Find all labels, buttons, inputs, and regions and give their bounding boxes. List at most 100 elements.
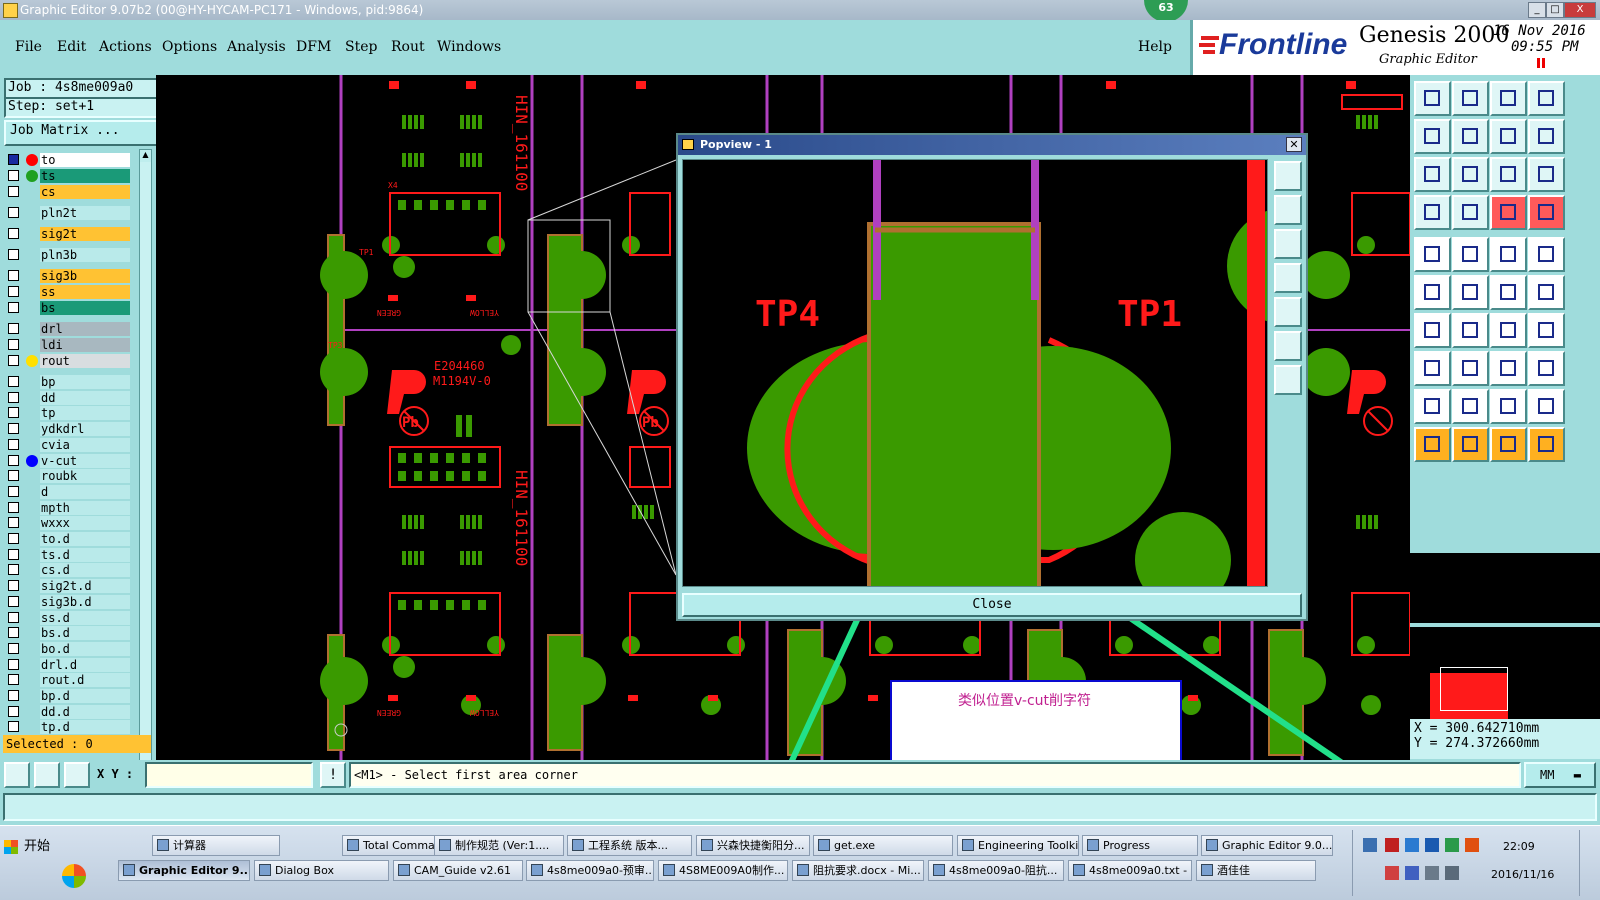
tray-security-icon[interactable] [1445,838,1459,852]
layer-name[interactable]: dd [40,390,130,405]
step-icon[interactable] [1490,119,1527,154]
route-icon[interactable] [1452,195,1489,230]
layer-checkbox[interactable] [8,627,19,639]
layer-checkbox[interactable] [8,186,19,197]
scroll-up-icon[interactable]: ▲ [140,150,151,162]
layer-row[interactable]: wxxx [8,516,130,531]
menu-edit[interactable]: Edit [57,39,86,55]
layer-row[interactable]: bp [8,375,130,389]
layer-name[interactable]: rout.d [40,673,130,688]
layers-icon[interactable] [1490,195,1527,230]
taskbar-item[interactable]: Graphic Editor 9.... [118,860,250,881]
panel-icon[interactable] [1528,81,1565,116]
taskbar-item[interactable]: 4s8me009a0-阻抗... [928,860,1064,881]
layer-checkbox[interactable] [8,438,19,450]
bluetooth-icon[interactable] [1425,838,1439,852]
tri4-icon[interactable] [1528,389,1565,424]
layer-checkbox[interactable] [8,355,19,366]
connect-icon[interactable] [1414,195,1451,230]
rotate-icon[interactable] [1490,313,1527,348]
popview-close-icon[interactable]: ✕ [1286,137,1302,152]
layer-name[interactable]: bs [40,301,130,315]
layer-row[interactable]: bo.d [8,641,130,656]
window-title-bar[interactable]: Graphic Editor 9.07b2 (00@HY-HYCAM-PC171… [0,0,1600,20]
layer-row[interactable]: dd.d [8,704,130,719]
close-window-button[interactable]: X [1564,2,1596,18]
layer-name[interactable]: sig2t [40,227,130,241]
layer-row[interactable]: cs [8,185,130,199]
layer-name[interactable]: bo.d [40,641,130,656]
layer-checkbox[interactable] [8,470,19,482]
angle-icon[interactable] [1414,313,1451,348]
layer-checkbox[interactable] [8,270,19,281]
layer-name[interactable]: sig3b.d [40,594,130,609]
fit-icon[interactable] [1414,157,1451,192]
snap-icon[interactable] [34,762,60,788]
taskbar-item[interactable]: Progress [1082,835,1198,856]
layer-scrollbar[interactable]: ▲ ▼ [139,149,152,803]
layer-checkbox[interactable] [8,323,19,334]
tray-alert-icon[interactable] [1385,866,1399,880]
layer-name[interactable]: to.d [40,532,130,546]
help-icon[interactable] [1528,157,1565,192]
point-icon[interactable] [1414,237,1451,272]
taskbar-item[interactable]: CAM_Guide v2.61 [393,860,523,881]
layer-checkbox[interactable] [8,501,19,513]
taskbar-item[interactable]: 计算器 [152,835,280,856]
layer-checkbox[interactable] [8,228,19,239]
layer-row[interactable]: ss.d [8,610,130,625]
layers2-icon[interactable] [1528,195,1565,230]
layer-checkbox[interactable] [8,407,19,419]
open-icon[interactable] [1490,81,1527,116]
menu-windows[interactable]: Windows [437,39,501,55]
layer-row[interactable]: ldi [8,338,130,352]
layer-name[interactable]: drl [40,322,130,336]
layer-row[interactable]: sig2t [8,227,130,241]
layer-row[interactable]: to [8,153,130,167]
vertex-icon[interactable] [1490,275,1527,310]
layer-checkbox[interactable] [8,154,19,165]
select4-icon[interactable] [1528,427,1565,462]
layer-row[interactable]: sig2t.d [8,579,130,594]
mirror-icon[interactable] [1528,313,1565,348]
maximize-button[interactable]: □ [1546,2,1564,18]
popview-pan-down-icon[interactable] [1274,229,1302,259]
layer-row[interactable]: ts.d [8,547,130,562]
minimize-button[interactable]: _ [1528,2,1546,18]
taskbar-item[interactable]: 阻抗要求.docx - Mi... [792,860,924,881]
layer-row[interactable]: ts [8,169,130,183]
save-icon[interactable] [1452,81,1489,116]
measure-icon[interactable] [4,762,30,788]
switch-icon[interactable] [1528,119,1565,154]
layer-name[interactable]: ldi [40,338,130,352]
layer-checkbox[interactable] [8,611,19,623]
layer-row[interactable]: pln2t [8,206,130,220]
layer-row[interactable]: roubk [8,469,130,484]
grid-icon[interactable] [64,762,90,788]
layer-checkbox[interactable] [8,207,19,218]
taskbar-item[interactable]: 4s8me009a0.txt - ... [1068,860,1192,881]
layer-name[interactable]: to [40,153,130,167]
ruler-icon[interactable] [1490,237,1527,272]
taskbar-item[interactable]: 4s8me009a0-预审... [526,860,654,881]
center-icon[interactable] [1452,157,1489,192]
layer-row[interactable]: drl.d [8,657,130,672]
slope-icon[interactable] [1452,313,1489,348]
windows-orb-icon[interactable] [62,864,86,888]
popview-title-bar[interactable]: Popview - 1 ✕ [678,135,1306,155]
layer-checkbox[interactable] [8,302,19,313]
layer-row[interactable]: mpth [8,500,130,515]
layer-checkbox[interactable] [8,423,19,435]
layer-row[interactable]: ss [8,285,130,299]
node-icon[interactable] [1414,275,1451,310]
layer-row[interactable]: v-cut [8,453,130,468]
menu-step[interactable]: Step [345,39,377,55]
layer-name[interactable]: dd.d [40,704,130,719]
layer-checkbox[interactable] [8,286,19,297]
layer-checkbox[interactable] [8,517,19,529]
popview-zoom-out-icon[interactable] [1274,365,1302,395]
layer-checkbox[interactable] [8,533,19,544]
menu-options[interactable]: Options [162,39,217,55]
layer-checkbox[interactable] [8,705,19,717]
taskbar-item[interactable]: 制作规范 (Ver:1.... [434,835,564,856]
